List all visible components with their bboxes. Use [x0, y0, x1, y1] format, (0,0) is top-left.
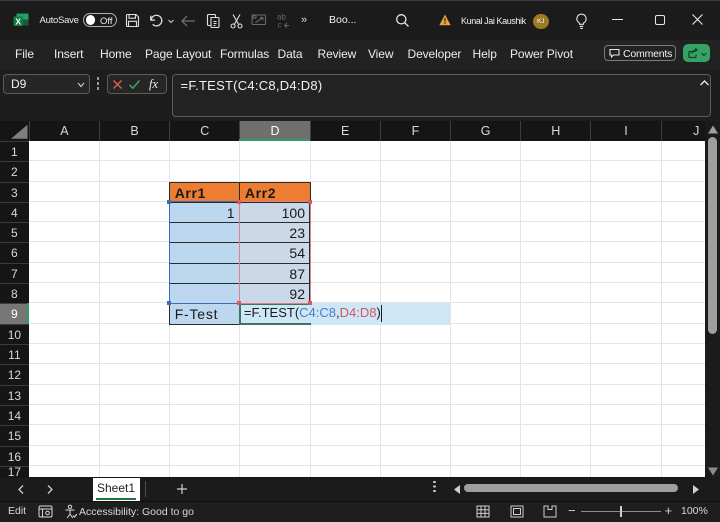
- svg-text:c: c: [278, 21, 282, 30]
- svg-text:X: X: [15, 17, 21, 27]
